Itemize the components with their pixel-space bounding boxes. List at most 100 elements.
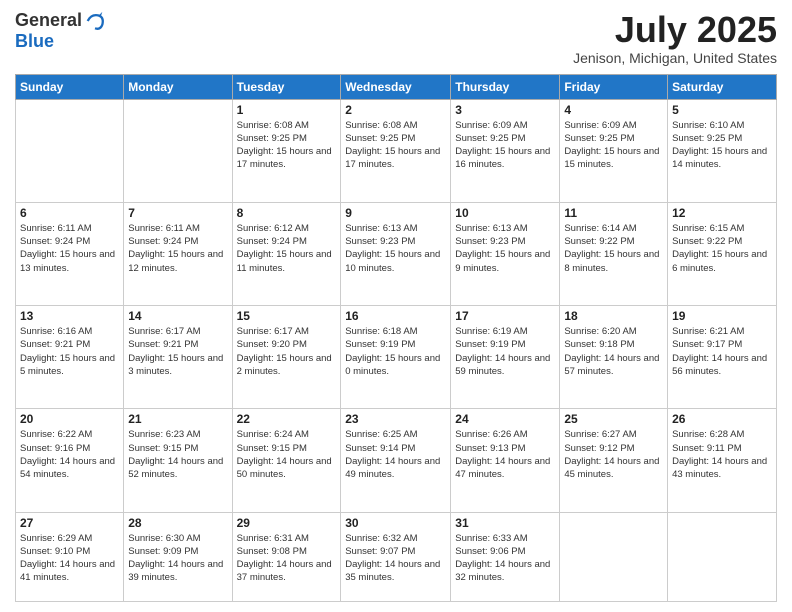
day-number: 22 — [237, 412, 337, 426]
table-row — [124, 99, 232, 202]
table-row: 1 Sunrise: 6:08 AMSunset: 9:25 PMDaylight… — [232, 99, 341, 202]
day-number: 31 — [455, 516, 555, 530]
table-row: 26Sunrise: 6:28 AMSunset: 9:11 PMDayligh… — [668, 409, 777, 512]
day-info: Sunrise: 6:18 AMSunset: 9:19 PMDaylight:… — [345, 325, 446, 378]
main-title: July 2025 — [573, 10, 777, 50]
table-row: 15 Sunrise: 6:17 AMSunset: 9:20 PMDayligh… — [232, 306, 341, 409]
table-row: 28Sunrise: 6:30 AMSunset: 9:09 PMDayligh… — [124, 512, 232, 601]
table-row — [560, 512, 668, 601]
calendar-week-row: 20Sunrise: 6:22 AMSunset: 9:16 PMDayligh… — [16, 409, 777, 512]
table-row: 5Sunrise: 6:10 AMSunset: 9:25 PMDaylight… — [668, 99, 777, 202]
day-number: 18 — [564, 309, 663, 323]
logo: General Blue — [15, 10, 106, 52]
day-number: 10 — [455, 206, 555, 220]
day-number: 27 — [20, 516, 119, 530]
table-row: 19Sunrise: 6:21 AMSunset: 9:17 PMDayligh… — [668, 306, 777, 409]
day-number: 16 — [345, 309, 446, 323]
day-number: 23 — [345, 412, 446, 426]
table-row: 20Sunrise: 6:22 AMSunset: 9:16 PMDayligh… — [16, 409, 124, 512]
day-info: Sunrise: 6:11 AMSunset: 9:24 PMDaylight:… — [128, 222, 227, 275]
day-number: 21 — [128, 412, 227, 426]
table-row: 23Sunrise: 6:25 AMSunset: 9:14 PMDayligh… — [341, 409, 451, 512]
calendar-week-row: 1 Sunrise: 6:08 AMSunset: 9:25 PMDaylight… — [16, 99, 777, 202]
day-info: Sunrise: 6:15 AMSunset: 9:22 PMDaylight:… — [672, 222, 772, 275]
table-row: 13 Sunrise: 6:16 AMSunset: 9:21 PMDayligh… — [16, 306, 124, 409]
day-number: 9 — [345, 206, 446, 220]
table-row — [668, 512, 777, 601]
table-row: 8Sunrise: 6:12 AMSunset: 9:24 PMDaylight… — [232, 202, 341, 305]
table-row: 16 Sunrise: 6:18 AMSunset: 9:19 PMDayligh… — [341, 306, 451, 409]
table-row: 9 Sunrise: 6:13 AMSunset: 9:23 PMDaylight… — [341, 202, 451, 305]
day-info: Sunrise: 6:16 AMSunset: 9:21 PMDaylight:… — [20, 325, 119, 378]
day-number: 12 — [672, 206, 772, 220]
logo-general-text: General — [15, 11, 82, 31]
table-row: 2 Sunrise: 6:08 AMSunset: 9:25 PMDaylight… — [341, 99, 451, 202]
day-number: 13 — [20, 309, 119, 323]
day-info: Sunrise: 6:17 AMSunset: 9:21 PMDaylight:… — [128, 325, 227, 378]
col-wednesday: Wednesday — [341, 74, 451, 99]
day-info: Sunrise: 6:12 AMSunset: 9:24 PMDaylight:… — [237, 222, 337, 275]
day-number: 4 — [564, 103, 663, 117]
day-info: Sunrise: 6:22 AMSunset: 9:16 PMDaylight:… — [20, 428, 119, 481]
day-info: Sunrise: 6:32 AMSunset: 9:07 PMDaylight:… — [345, 532, 446, 585]
day-number: 26 — [672, 412, 772, 426]
day-number: 17 — [455, 309, 555, 323]
table-row: 11Sunrise: 6:14 AMSunset: 9:22 PMDayligh… — [560, 202, 668, 305]
day-number: 6 — [20, 206, 119, 220]
table-row: 17Sunrise: 6:19 AMSunset: 9:19 PMDayligh… — [451, 306, 560, 409]
day-info: Sunrise: 6:33 AMSunset: 9:06 PMDaylight:… — [455, 532, 555, 585]
col-monday: Monday — [124, 74, 232, 99]
day-info: Sunrise: 6:11 AMSunset: 9:24 PMDaylight:… — [20, 222, 119, 275]
day-info: Sunrise: 6:26 AMSunset: 9:13 PMDaylight:… — [455, 428, 555, 481]
day-info: Sunrise: 6:08 AMSunset: 9:25 PMDaylight:… — [345, 119, 446, 172]
col-saturday: Saturday — [668, 74, 777, 99]
day-info: Sunrise: 6:09 AMSunset: 9:25 PMDaylight:… — [564, 119, 663, 172]
table-row: 22 Sunrise: 6:24 AMSunset: 9:15 PMDayligh… — [232, 409, 341, 512]
table-row: 3Sunrise: 6:09 AMSunset: 9:25 PMDaylight… — [451, 99, 560, 202]
page: General Blue July 2025 Jenison, Michigan… — [0, 0, 792, 612]
table-row: 30 Sunrise: 6:32 AMSunset: 9:07 PMDayligh… — [341, 512, 451, 601]
table-row: 21 Sunrise: 6:23 AMSunset: 9:15 PMDayligh… — [124, 409, 232, 512]
table-row: 25 Sunrise: 6:27 AMSunset: 9:12 PMDayligh… — [560, 409, 668, 512]
table-row: 6 Sunrise: 6:11 AMSunset: 9:24 PMDaylight… — [16, 202, 124, 305]
day-number: 28 — [128, 516, 227, 530]
day-number: 25 — [564, 412, 663, 426]
calendar-header-row: Sunday Monday Tuesday Wednesday Thursday… — [16, 74, 777, 99]
day-info: Sunrise: 6:14 AMSunset: 9:22 PMDaylight:… — [564, 222, 663, 275]
day-number: 14 — [128, 309, 227, 323]
day-info: Sunrise: 6:29 AMSunset: 9:10 PMDaylight:… — [20, 532, 119, 585]
day-info: Sunrise: 6:13 AMSunset: 9:23 PMDaylight:… — [345, 222, 446, 275]
calendar-week-row: 6 Sunrise: 6:11 AMSunset: 9:24 PMDaylight… — [16, 202, 777, 305]
table-row: 12 Sunrise: 6:15 AMSunset: 9:22 PMDayligh… — [668, 202, 777, 305]
table-row: 14 Sunrise: 6:17 AMSunset: 9:21 PMDayligh… — [124, 306, 232, 409]
title-block: July 2025 Jenison, Michigan, United Stat… — [573, 10, 777, 66]
subtitle: Jenison, Michigan, United States — [573, 50, 777, 66]
day-number: 2 — [345, 103, 446, 117]
logo-icon — [84, 10, 106, 32]
calendar-table: Sunday Monday Tuesday Wednesday Thursday… — [15, 74, 777, 602]
day-number: 30 — [345, 516, 446, 530]
table-row: 27 Sunrise: 6:29 AMSunset: 9:10 PMDayligh… — [16, 512, 124, 601]
day-info: Sunrise: 6:08 AMSunset: 9:25 PMDaylight:… — [237, 119, 337, 172]
day-info: Sunrise: 6:23 AMSunset: 9:15 PMDaylight:… — [128, 428, 227, 481]
day-number: 7 — [128, 206, 227, 220]
col-friday: Friday — [560, 74, 668, 99]
day-info: Sunrise: 6:24 AMSunset: 9:15 PMDaylight:… — [237, 428, 337, 481]
day-number: 3 — [455, 103, 555, 117]
day-number: 15 — [237, 309, 337, 323]
table-row: 7 Sunrise: 6:11 AMSunset: 9:24 PMDaylight… — [124, 202, 232, 305]
logo-blue-text: Blue — [15, 32, 106, 52]
day-info: Sunrise: 6:17 AMSunset: 9:20 PMDaylight:… — [237, 325, 337, 378]
table-row: 29Sunrise: 6:31 AMSunset: 9:08 PMDayligh… — [232, 512, 341, 601]
day-info: Sunrise: 6:27 AMSunset: 9:12 PMDaylight:… — [564, 428, 663, 481]
day-number: 1 — [237, 103, 337, 117]
day-info: Sunrise: 6:21 AMSunset: 9:17 PMDaylight:… — [672, 325, 772, 378]
col-thursday: Thursday — [451, 74, 560, 99]
day-number: 5 — [672, 103, 772, 117]
col-sunday: Sunday — [16, 74, 124, 99]
table-row — [16, 99, 124, 202]
day-info: Sunrise: 6:31 AMSunset: 9:08 PMDaylight:… — [237, 532, 337, 585]
day-number: 24 — [455, 412, 555, 426]
header: General Blue July 2025 Jenison, Michigan… — [15, 10, 777, 66]
calendar-week-row: 27 Sunrise: 6:29 AMSunset: 9:10 PMDayligh… — [16, 512, 777, 601]
